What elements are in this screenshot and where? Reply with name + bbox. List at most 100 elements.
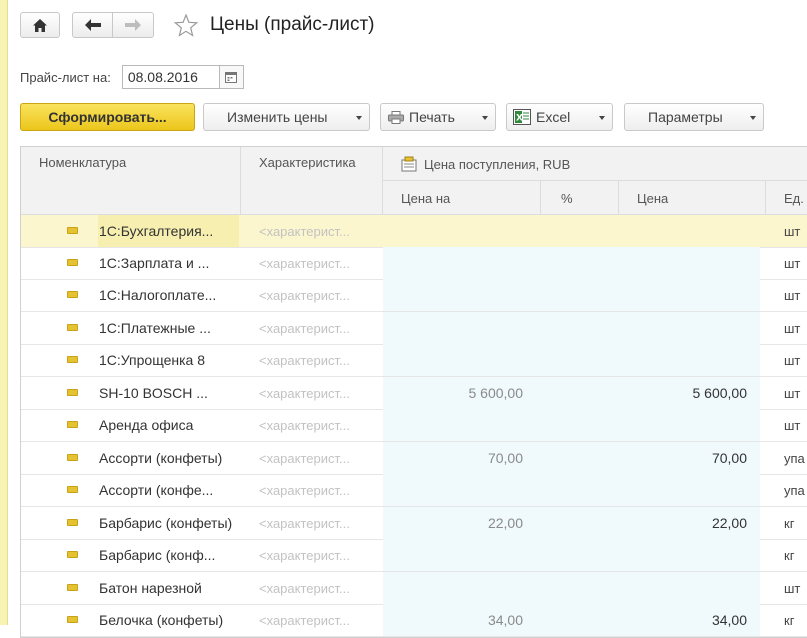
- home-button[interactable]: [20, 12, 60, 38]
- item-icon: [67, 551, 78, 558]
- arrow-right-icon: [125, 19, 141, 31]
- item-icon: [67, 356, 78, 363]
- change-prices-label: Изменить цены: [227, 109, 328, 125]
- row-unit: кг: [784, 515, 795, 531]
- top-navigation: Цены (прайс-лист): [20, 10, 374, 40]
- row-name: Барбарис (конф...: [99, 547, 216, 563]
- table-row[interactable]: 1С:Зарплата и ... <характерист... шт: [21, 247, 807, 280]
- forward-button[interactable]: [113, 12, 154, 38]
- divider: [618, 181, 619, 215]
- header-price-on[interactable]: Цена на: [383, 181, 541, 215]
- excel-label: Excel: [536, 109, 571, 125]
- price-list-table: Номенклатура Характеристика Цена поступл…: [20, 146, 807, 638]
- divider: [383, 180, 807, 181]
- table-row[interactable]: SH-10 BOSCH ... <характерист... 5 600,00…: [21, 377, 807, 410]
- row-price: 34,00: [711, 612, 747, 628]
- back-button[interactable]: [72, 12, 113, 38]
- chevron-down-icon: [599, 116, 605, 120]
- item-icon: [67, 324, 78, 331]
- row-price-on: 22,00: [487, 515, 523, 531]
- table-row[interactable]: Ассорти (конфе... <характерист... упа: [21, 474, 807, 507]
- row-price-on: [383, 312, 523, 344]
- parameters-label: Параметры: [648, 109, 723, 125]
- row-name: Ассорти (конфе...: [99, 482, 214, 498]
- calendar-button[interactable]: [219, 65, 244, 89]
- row-characteristic: <характерист...: [259, 352, 350, 368]
- row-price-on: [383, 539, 523, 571]
- print-label: Печать: [409, 109, 455, 125]
- favorite-star-button[interactable]: [174, 13, 198, 37]
- row-name: 1С:Упрощенка 8: [99, 352, 205, 368]
- item-icon: [67, 421, 78, 428]
- table-row[interactable]: Ассорти (конфеты) <характерист... 70,00 …: [21, 442, 807, 475]
- header-characteristic[interactable]: Характеристика: [241, 147, 383, 215]
- chevron-down-icon: [750, 116, 756, 120]
- table-row[interactable]: Аренда офиса <характерист... шт: [21, 409, 807, 442]
- row-name: SH-10 BOSCH ...: [99, 385, 208, 401]
- table-row[interactable]: Барбарис (конфеты) <характерист... 22,00…: [21, 507, 807, 540]
- generate-button[interactable]: Сформировать...: [20, 103, 195, 131]
- table-row[interactable]: 1С:Бухгалтерия... <характерист... шт: [21, 215, 807, 248]
- date-input[interactable]: 08.08.2016: [121, 65, 220, 89]
- page-title: Цены (прайс-лист): [210, 14, 375, 35]
- item-icon: [67, 227, 78, 234]
- row-characteristic: <характерист...: [259, 255, 350, 271]
- table-row[interactable]: 1С:Налогоплате... <характерист... шт: [21, 279, 807, 312]
- arrow-left-icon: [84, 19, 101, 31]
- divider: [382, 147, 383, 215]
- header-price[interactable]: Цена: [619, 181, 766, 215]
- table-row[interactable]: Белочка (конфеты) <характерист... 34,00 …: [21, 604, 807, 637]
- row-characteristic: <характерист...: [259, 385, 350, 401]
- row-price-on: [383, 279, 523, 311]
- star-icon: [174, 13, 198, 37]
- row-name: 1С:Платежные ...: [99, 320, 211, 336]
- row-characteristic: <характерист...: [259, 287, 350, 303]
- row-unit: шт: [784, 352, 801, 368]
- excel-button[interactable]: X Excel: [506, 103, 613, 131]
- row-price: [619, 474, 747, 506]
- date-filter-row: Прайс-лист на: 08.08.2016: [20, 64, 244, 90]
- row-price: 22,00: [711, 515, 747, 531]
- row-price-on: [383, 572, 523, 604]
- header-percent[interactable]: %: [541, 181, 619, 215]
- row-price-on: 70,00: [487, 450, 523, 466]
- table-row[interactable]: 1С:Платежные ... <характерист... шт: [21, 312, 807, 345]
- excel-icon: X: [513, 109, 531, 125]
- row-name: Белочка (конфеты): [99, 612, 224, 628]
- row-characteristic: <характерист...: [259, 580, 350, 596]
- row-characteristic: <характерист...: [259, 450, 350, 466]
- item-icon: [67, 454, 78, 461]
- item-icon: [67, 519, 78, 526]
- row-unit: шт: [784, 385, 801, 401]
- row-price-on: [383, 215, 523, 247]
- row-price-on: [383, 474, 523, 506]
- row-price-on: 34,00: [487, 612, 523, 628]
- table-row[interactable]: Барбарис (конф... <характерист... кг: [21, 539, 807, 572]
- chevron-down-icon: [356, 116, 362, 120]
- printer-icon: [388, 110, 404, 124]
- row-name: Барбарис (конфеты): [99, 515, 233, 531]
- row-characteristic: <характерист...: [259, 417, 350, 433]
- left-panel-edge: [0, 0, 8, 625]
- home-icon: [33, 18, 47, 32]
- header-unit[interactable]: Ед.: [766, 181, 807, 215]
- header-nomenclature[interactable]: Номенклатура: [21, 147, 241, 215]
- row-price: 70,00: [711, 450, 747, 466]
- parameters-button[interactable]: Параметры: [624, 103, 764, 131]
- table-row[interactable]: Батон нарезной <характерист... шт: [21, 572, 807, 605]
- row-unit: кг: [784, 547, 795, 563]
- row-price: [619, 409, 747, 441]
- row-characteristic: <характерист...: [259, 547, 350, 563]
- row-name: 1С:Зарплата и ...: [99, 255, 210, 271]
- row-characteristic: <характерист...: [259, 612, 350, 628]
- table-row[interactable]: 1С:Упрощенка 8 <характерист... шт: [21, 344, 807, 377]
- item-icon: [67, 584, 78, 591]
- change-prices-button[interactable]: Изменить цены: [203, 103, 370, 131]
- header-price-group[interactable]: Цена поступления, RUB: [383, 147, 807, 181]
- row-characteristic: <характерист...: [259, 320, 350, 336]
- row-price: [619, 279, 747, 311]
- row-unit: шт: [784, 255, 801, 271]
- print-button[interactable]: Печать: [380, 103, 496, 131]
- item-icon: [67, 259, 78, 266]
- row-characteristic: <характерист...: [259, 482, 350, 498]
